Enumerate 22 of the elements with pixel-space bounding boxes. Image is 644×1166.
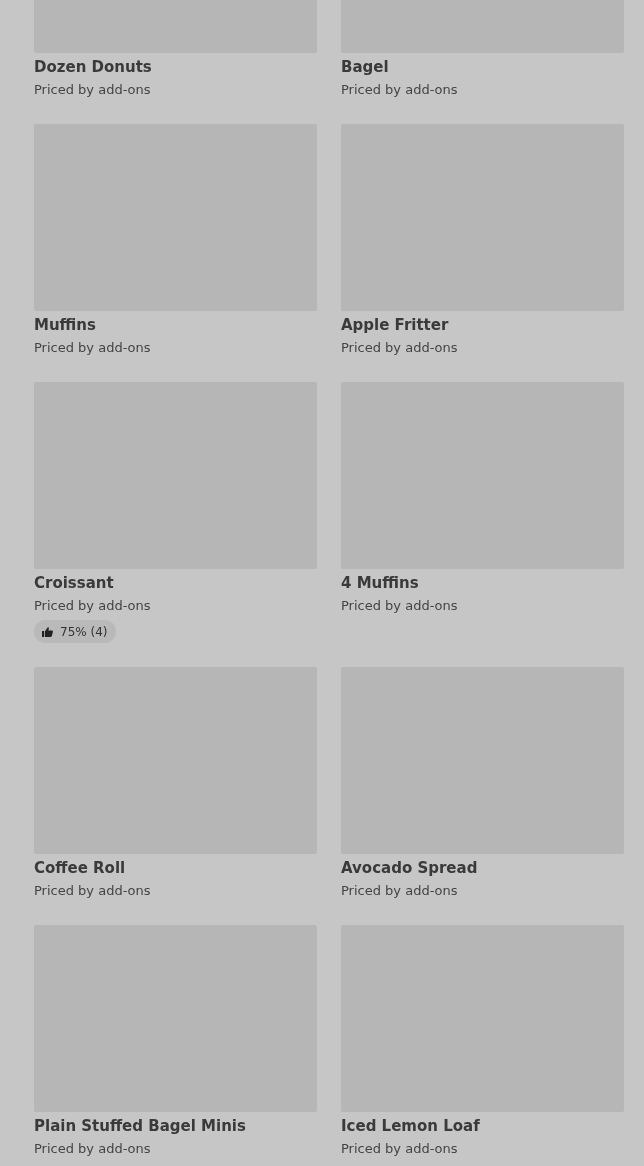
item-name: Apple Fritter	[341, 315, 449, 335]
item-name: Bagel	[341, 57, 389, 77]
item-name: 4 Muffins	[341, 573, 419, 593]
thumbs-up-icon	[42, 626, 53, 637]
price-note: Priced by add-ons	[34, 882, 151, 900]
price-note: Priced by add-ons	[34, 339, 151, 357]
item-name: Iced Lemon Loaf	[341, 1116, 480, 1136]
price-note: Priced by add-ons	[341, 339, 458, 357]
price-note: Priced by add-ons	[34, 1140, 151, 1158]
item-name: Avocado Spread	[341, 858, 478, 878]
price-note: Priced by add-ons	[341, 81, 458, 99]
item-name: Croissant	[34, 573, 114, 593]
item-name: Coffee Roll	[34, 858, 126, 878]
price-note: Priced by add-ons	[341, 597, 458, 615]
item-name: Dozen Donuts	[34, 57, 152, 77]
rating-text: 75% (4)	[60, 624, 108, 639]
price-note: Priced by add-ons	[34, 597, 151, 615]
item-name: Plain Stuffed Bagel Minis	[34, 1116, 246, 1136]
price-note: Priced by add-ons	[341, 882, 458, 900]
price-note: Priced by add-ons	[341, 1140, 458, 1158]
price-note: Priced by add-ons	[34, 81, 151, 99]
item-name: Muffins	[34, 315, 96, 335]
